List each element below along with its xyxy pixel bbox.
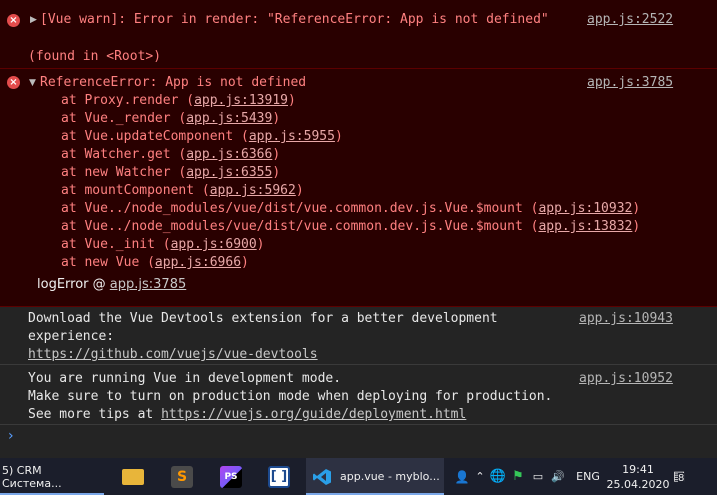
stack-frame-function: at Proxy.render (: [61, 93, 195, 108]
logerror-source-link[interactable]: app.js:3785: [110, 277, 186, 292]
console-devtools-message: Download the Vue Devtools extension for …: [0, 307, 717, 365]
stack-frame-source-link[interactable]: app.js:10932: [538, 201, 632, 216]
collapse-triangle-icon[interactable]: ▼: [29, 74, 36, 92]
taskbar-explorer[interactable]: [118, 458, 148, 495]
stack-frame-function: at Vue../node_modules/vue/dist/vue.commo…: [61, 201, 539, 216]
taskbar-sublime[interactable]: S: [167, 458, 197, 495]
stack-frame: at new Watcher (app.js:6355): [61, 164, 280, 182]
volume-icon[interactable]: 🔊: [548, 470, 568, 483]
clock[interactable]: 19:41 25.04.2020: [606, 462, 670, 492]
stack-frame-close-paren: ): [272, 147, 281, 162]
stack-frame: at Vue._render (app.js:5439): [61, 110, 280, 128]
system-tray: 👤 ⌃ 🌐 ⚑ ▭ 🔊 ENG 19:41 25.04.2020 ▤8: [452, 458, 690, 495]
folder-icon: [122, 468, 144, 485]
error-source-link[interactable]: app.js:3785: [587, 74, 673, 92]
stack-frame: at Watcher.get (app.js:6366): [61, 146, 280, 164]
devmode-line1: You are running Vue in development mode.: [28, 371, 342, 386]
phpstorm-icon: PS: [220, 465, 242, 488]
stack-frame-function: at Vue._render (: [61, 111, 187, 126]
error-icon: ×: [7, 76, 20, 89]
stack-frame-function: at Vue.updateComponent (: [61, 129, 249, 144]
devtools-line1: Download the Vue Devtools extension for …: [28, 311, 498, 326]
flag-icon[interactable]: ⚑: [508, 469, 528, 484]
stack-frame-close-paren: ): [272, 165, 281, 180]
stack-frame-source-link[interactable]: app.js:5955: [249, 129, 335, 144]
warn-source-link[interactable]: app.js:2522: [587, 11, 673, 29]
stack-frame-close-paren: ): [287, 93, 296, 108]
stack-frame-source-link[interactable]: app.js:5439: [186, 111, 272, 126]
stack-frame-close-paren: ): [632, 201, 641, 216]
devmode-link[interactable]: https://vuejs.org/guide/deployment.html: [161, 407, 466, 422]
devtools-link[interactable]: https://github.com/vuejs/vue-devtools: [28, 346, 318, 364]
error-title[interactable]: ReferenceError: App is not defined: [40, 74, 306, 92]
stack-frame-close-paren: ): [272, 111, 281, 126]
clock-time: 19:41: [622, 462, 654, 476]
vscode-icon: [312, 467, 332, 487]
stack-frame: at mountComponent (app.js:5962): [61, 182, 304, 200]
notification-center-icon[interactable]: ▤8: [668, 469, 690, 484]
stack-frame-source-link[interactable]: app.js:13919: [194, 93, 288, 108]
stack-frame-function: at mountComponent (: [61, 183, 210, 198]
console-warn-message: × ▶ [Vue warn]: Error in render: "Refere…: [0, 0, 717, 69]
stack-frame-source-link[interactable]: app.js:6900: [171, 237, 257, 252]
stack-frame-source-link[interactable]: app.js:6355: [186, 165, 272, 180]
windows-taskbar: 5) CRM Система... S PS [ ] app.vue - myb…: [0, 458, 717, 495]
stack-frame: at Vue../node_modules/vue/dist/vue.commo…: [61, 218, 640, 236]
taskbar-phpstorm[interactable]: PS: [216, 458, 246, 495]
warn-text[interactable]: [Vue warn]: Error in render: "ReferenceE…: [40, 11, 549, 29]
stack-frame-source-link[interactable]: app.js:6366: [186, 147, 272, 162]
taskbar-app-brackets[interactable]: [ ]: [264, 458, 294, 495]
devtools-line2: experience:: [28, 329, 115, 344]
console-error-message: × ▼ ReferenceError: App is not defined a…: [0, 69, 717, 307]
crm-window-label: 5) CRM Система...: [2, 463, 62, 490]
taskbar-crm-window[interactable]: 5) CRM Система...: [0, 458, 104, 495]
stack-frame-function: at Vue../node_modules/vue/dist/vue.commo…: [61, 219, 539, 234]
stack-frame: at Vue._init (app.js:6900): [61, 236, 265, 254]
taskbar-vscode-window[interactable]: app.vue - myblo...: [306, 458, 444, 495]
brackets-icon: [ ]: [268, 465, 290, 488]
logerror-row: logError @ app.js:3785: [37, 276, 186, 294]
clock-date: 25.04.2020: [606, 477, 670, 491]
stack-frame-close-paren: ): [256, 237, 265, 252]
console-devmode-message: You are running Vue in development mode.…: [0, 365, 717, 425]
notification-count-badge: 8: [678, 473, 685, 484]
globe-icon[interactable]: 🌐: [488, 469, 508, 484]
stack-frame-close-paren: ): [241, 255, 249, 270]
stack-frame: at Vue.updateComponent (app.js:5955): [61, 128, 343, 146]
logerror-at: @: [92, 277, 106, 292]
devmode-line3-prefix: See more tips at: [28, 407, 162, 422]
warn-found-in: (found in <Root>): [28, 49, 162, 64]
stack-frame-source-link[interactable]: app.js:13832: [538, 219, 632, 234]
sublime-text-icon: S: [171, 465, 193, 488]
stack-frame: at Proxy.render (app.js:13919): [61, 92, 296, 110]
stack-frame-close-paren: ): [334, 129, 343, 144]
show-hidden-icons-chevron-icon[interactable]: ⌃: [472, 470, 488, 483]
console-prompt-icon[interactable]: ›: [8, 428, 14, 444]
stack-frame: at new Vue (app.js:6966): [61, 254, 249, 272]
devmode-line2: Make sure to turn on production mode whe…: [28, 389, 553, 404]
stack-frame: at Vue../node_modules/vue/dist/vue.commo…: [61, 200, 640, 218]
error-icon: ×: [7, 14, 20, 27]
keyboard-language[interactable]: ENG: [568, 470, 608, 483]
stack-frame-function: at new Vue (: [61, 255, 155, 270]
devmode-line3: See more tips at https://vuejs.org/guide…: [28, 406, 466, 424]
stack-frame-function: at Watcher.get (: [61, 147, 187, 162]
devtools-source-link[interactable]: app.js:10943: [579, 310, 673, 328]
stack-frame-source-link[interactable]: app.js:6966: [155, 255, 241, 270]
person-icon[interactable]: 👤: [452, 470, 472, 484]
stack-frame-function: at Vue._init (: [61, 237, 171, 252]
devtools-console: × ▶ [Vue warn]: Error in render: "Refere…: [0, 0, 717, 458]
stack-frame-source-link[interactable]: app.js:5962: [210, 183, 296, 198]
stack-frame-function: at new Watcher (: [61, 165, 187, 180]
expand-triangle-icon[interactable]: ▶: [30, 11, 37, 29]
devmode-source-link[interactable]: app.js:10952: [579, 370, 673, 388]
stack-frame-close-paren: ): [295, 183, 304, 198]
vscode-window-label: app.vue - myblo...: [340, 470, 440, 483]
network-icon[interactable]: ▭: [528, 470, 548, 483]
stack-frame-close-paren: ): [632, 219, 641, 234]
logerror-label: logError: [37, 277, 89, 292]
